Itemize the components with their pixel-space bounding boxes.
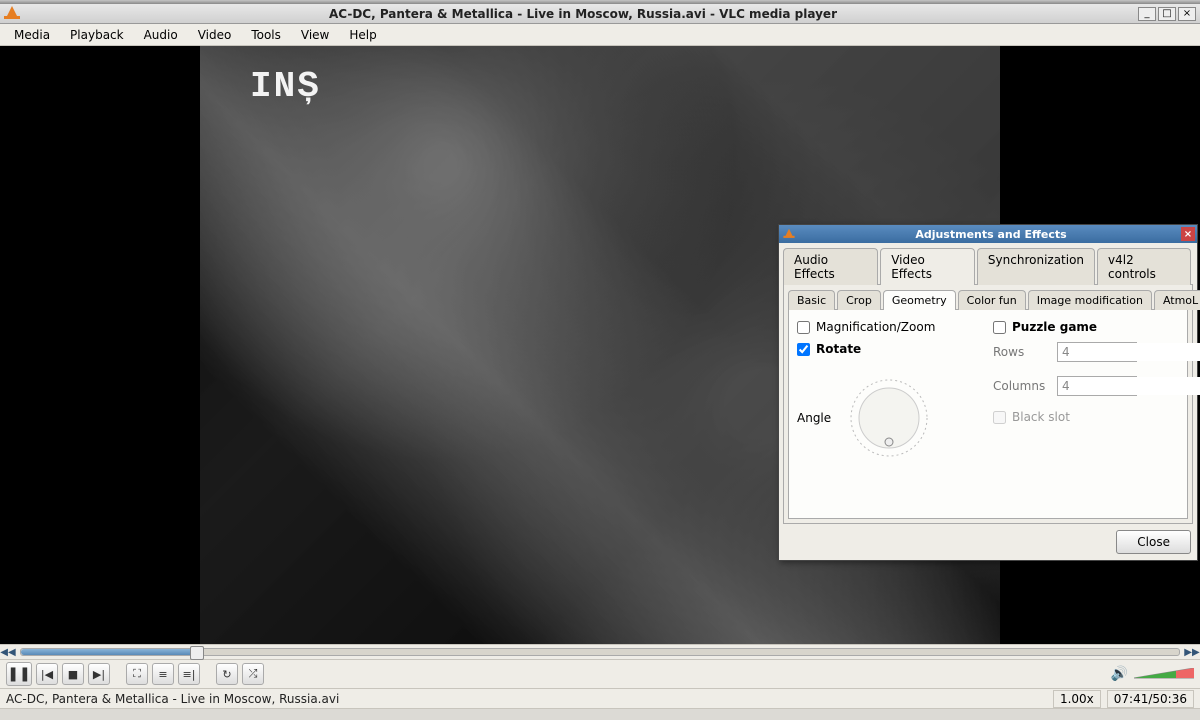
tab-v4l2[interactable]: v4l2 controls — [1097, 248, 1191, 285]
video-effects-subtabs: Basic Crop Geometry Color fun Image modi… — [788, 289, 1188, 309]
fullscreen-button[interactable]: ⛶ — [126, 663, 148, 685]
rows-input[interactable] — [1058, 343, 1200, 361]
menu-help[interactable]: Help — [341, 26, 384, 44]
tab-geometry[interactable]: Geometry — [883, 290, 956, 310]
columns-label: Columns — [993, 379, 1049, 393]
menu-audio[interactable]: Audio — [136, 26, 186, 44]
geometry-panel: Magnification/Zoom Rotate Angle — [788, 309, 1188, 519]
mute-icon[interactable]: 🔊 — [1111, 666, 1128, 682]
rotate-label: Rotate — [816, 342, 861, 356]
close-window-button[interactable]: × — [1178, 7, 1196, 21]
angle-label: Angle — [797, 411, 831, 425]
rows-spinner: ▲▼ — [1057, 342, 1137, 362]
tab-video-effects[interactable]: Video Effects — [880, 248, 975, 285]
bottom-strip — [0, 708, 1200, 716]
window-title: AC-DC, Pantera & Metallica - Live in Mos… — [28, 7, 1138, 21]
tab-color-fun[interactable]: Color fun — [958, 290, 1026, 310]
prev-button[interactable]: |◀ — [36, 663, 58, 685]
menu-playback[interactable]: Playback — [62, 26, 132, 44]
dialog-icon — [783, 227, 797, 241]
seek-slider[interactable] — [20, 648, 1180, 656]
seek-fwd-icon[interactable]: ▶▶ — [1184, 645, 1200, 659]
rows-label: Rows — [993, 345, 1049, 359]
tab-basic[interactable]: Basic — [788, 290, 835, 310]
menu-tools[interactable]: Tools — [243, 26, 289, 44]
tab-image-modification[interactable]: Image modification — [1028, 290, 1152, 310]
status-time[interactable]: 07:41/50:36 — [1107, 690, 1194, 708]
black-slot-checkbox — [993, 411, 1006, 424]
tab-crop[interactable]: Crop — [837, 290, 881, 310]
puzzle-checkbox[interactable] — [993, 321, 1006, 334]
tab-atmo[interactable]: AtmoL — [1154, 290, 1200, 310]
window-titlebar: AC-DC, Pantera & Metallica - Live in Mos… — [0, 4, 1200, 24]
menu-video[interactable]: Video — [190, 26, 240, 44]
menu-view[interactable]: View — [293, 26, 337, 44]
tab-synchronization[interactable]: Synchronization — [977, 248, 1095, 285]
dialog-close-icon[interactable]: × — [1181, 227, 1195, 241]
status-bar: AC-DC, Pantera & Metallica - Live in Mos… — [0, 688, 1200, 708]
dialog-title: Adjustments and Effects — [801, 228, 1181, 241]
rotate-checkbox[interactable] — [797, 343, 810, 356]
black-slot-label: Black slot — [1012, 410, 1070, 424]
tab-audio-effects[interactable]: Audio Effects — [783, 248, 878, 285]
magnification-label: Magnification/Zoom — [816, 320, 935, 334]
volume-slider[interactable] — [1134, 668, 1194, 680]
angle-dial[interactable] — [847, 376, 931, 460]
adjustments-effects-dialog: Adjustments and Effects × Audio Effects … — [778, 224, 1198, 561]
seek-back-icon[interactable]: ◀◀ — [0, 645, 16, 659]
controls-row: ❚❚ |◀ ■ ▶| ⛶ ≡ ≡| ↻ ⤮ 🔊 — [0, 660, 1200, 688]
columns-spinner: ▲▼ — [1057, 376, 1137, 396]
pause-button[interactable]: ❚❚ — [6, 662, 32, 686]
status-filename: AC-DC, Pantera & Metallica - Live in Mos… — [6, 692, 1053, 706]
playlist-button[interactable]: ≡ — [152, 663, 174, 685]
dialog-footer: Close — [779, 524, 1197, 560]
magnification-checkbox[interactable] — [797, 321, 810, 334]
minimize-button[interactable]: _ — [1138, 7, 1156, 21]
dialog-main-tabs: Audio Effects Video Effects Synchronizat… — [779, 243, 1197, 284]
loop-button[interactable]: ↻ — [216, 663, 238, 685]
dialog-close-button[interactable]: Close — [1116, 530, 1191, 554]
puzzle-label: Puzzle game — [1012, 320, 1097, 334]
next-button[interactable]: ▶| — [88, 663, 110, 685]
seek-row: ◀◀ ▶▶ — [0, 644, 1200, 660]
status-speed[interactable]: 1.00x — [1053, 690, 1101, 708]
video-effects-panel: Basic Crop Geometry Color fun Image modi… — [783, 284, 1193, 524]
menubar: Media Playback Audio Video Tools View He… — [0, 24, 1200, 46]
seek-fill — [21, 649, 197, 655]
video-overlay-text: INȘ — [250, 66, 321, 107]
maximize-button[interactable]: □ — [1158, 7, 1176, 21]
menu-media[interactable]: Media — [6, 26, 58, 44]
extended-settings-button[interactable]: ≡| — [178, 663, 200, 685]
stop-button[interactable]: ■ — [62, 663, 84, 685]
vlc-icon — [6, 6, 22, 22]
columns-input[interactable] — [1058, 377, 1200, 395]
dialog-titlebar[interactable]: Adjustments and Effects × — [779, 225, 1197, 243]
shuffle-button[interactable]: ⤮ — [242, 663, 264, 685]
seek-thumb[interactable] — [190, 646, 204, 660]
